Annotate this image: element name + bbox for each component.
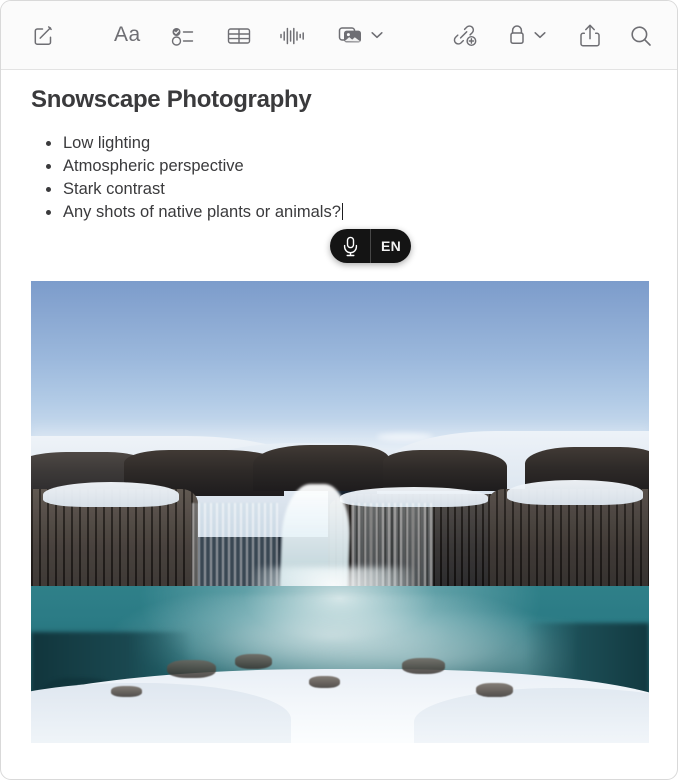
- compose-icon: [34, 26, 52, 45]
- note-title[interactable]: Snowscape Photography: [31, 86, 647, 114]
- photos-icon: [338, 23, 364, 47]
- share-icon: [580, 24, 600, 47]
- list-item[interactable]: Any shots of native plants or animals?: [45, 201, 647, 224]
- checklist-icon: [171, 28, 194, 46]
- bullet-list[interactable]: Low lighting Atmospheric perspective Sta…: [31, 132, 647, 224]
- search-icon: [631, 26, 651, 46]
- list-item-text: Low lighting: [63, 134, 151, 152]
- snowscape-photo: [31, 281, 649, 743]
- share-button[interactable]: [577, 22, 603, 50]
- dictation-language-label: EN: [380, 238, 402, 254]
- lock-icon: [507, 23, 527, 47]
- search-button[interactable]: [628, 23, 654, 49]
- list-item-text: Any shots of native plants or animals?: [63, 203, 341, 221]
- dictation-language-button[interactable]: EN: [370, 229, 411, 263]
- list-item[interactable]: Low lighting: [45, 132, 647, 155]
- list-item[interactable]: Atmospheric perspective: [45, 155, 647, 178]
- list-item-text: Stark contrast: [63, 180, 165, 198]
- link-add-icon: [453, 25, 477, 47]
- chevron-down-icon: [534, 31, 546, 39]
- notes-window: Aa Snowscape Photography Low lighting At…: [0, 0, 678, 780]
- list-item-text: Atmospheric perspective: [63, 157, 244, 175]
- format-button[interactable]: Aa: [114, 23, 141, 47]
- audio-button[interactable]: [278, 23, 306, 49]
- chevron-down-icon: [371, 31, 383, 39]
- waveform-icon: [280, 27, 304, 45]
- table-button[interactable]: [225, 23, 253, 49]
- format-aa-icon: Aa: [114, 23, 141, 46]
- lock-button[interactable]: [507, 23, 546, 47]
- microphone-icon: [343, 236, 357, 256]
- new-note-button[interactable]: [30, 23, 56, 49]
- text-cursor: [341, 203, 344, 220]
- media-button[interactable]: [338, 23, 383, 47]
- note-image-attachment[interactable]: [31, 281, 649, 743]
- toolbar: Aa: [1, 1, 677, 70]
- dictation-popup[interactable]: EN: [330, 229, 411, 263]
- link-button[interactable]: [451, 23, 479, 49]
- table-icon: [227, 28, 251, 44]
- note-body[interactable]: Snowscape Photography Low lighting Atmos…: [1, 86, 677, 224]
- dictation-mic-button[interactable]: [330, 229, 370, 263]
- checklist-button[interactable]: [169, 23, 197, 49]
- list-item[interactable]: Stark contrast: [45, 178, 647, 201]
